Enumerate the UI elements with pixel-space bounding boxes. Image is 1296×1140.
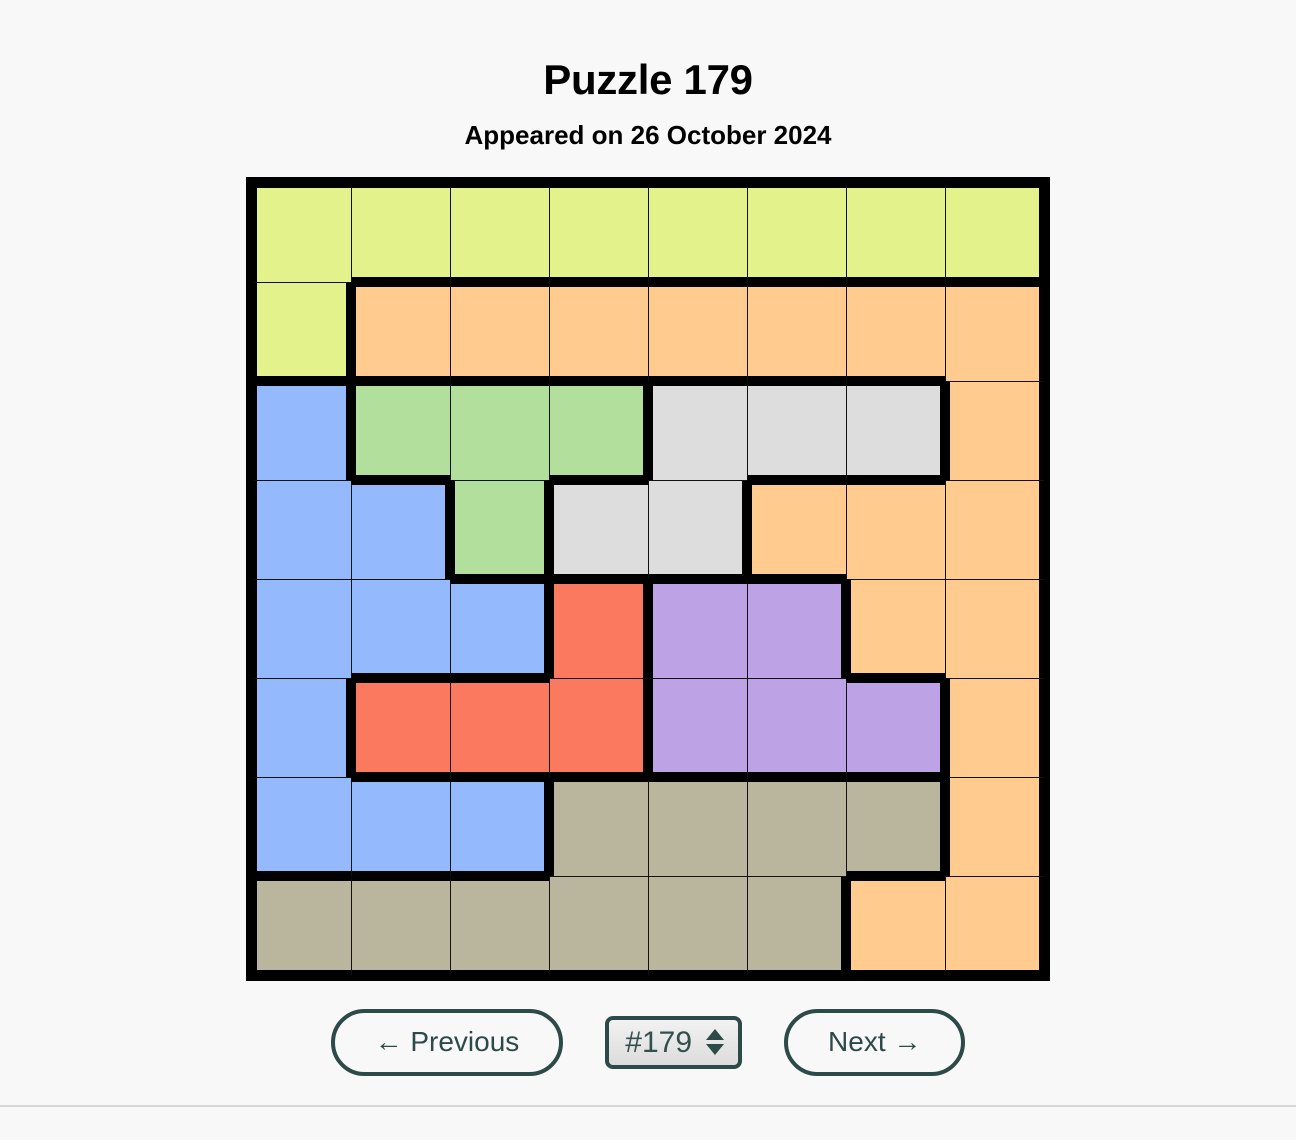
grid-cell[interactable] [351,381,450,480]
page-title: Puzzle 179 [543,56,753,103]
grid-cell[interactable] [648,480,747,579]
grid-cell[interactable] [252,282,351,381]
grid-cell[interactable] [648,282,747,381]
grid-cell[interactable] [945,282,1044,381]
grid-cell[interactable] [945,381,1044,480]
grid-cell[interactable] [450,480,549,579]
grid-cell[interactable] [945,480,1044,579]
grid-cell[interactable] [549,777,648,876]
grid-cell[interactable] [549,678,648,777]
grid-cell[interactable] [549,282,648,381]
grid-cell[interactable] [846,777,945,876]
grid-cell[interactable] [648,777,747,876]
grid-cell[interactable] [747,876,846,975]
grid-cell[interactable] [648,579,747,678]
grid-cell[interactable] [846,183,945,282]
grid-cell[interactable] [252,777,351,876]
grid-cell[interactable] [351,183,450,282]
page-subtitle: Appeared on 26 October 2024 [464,120,832,150]
grid-cell[interactable] [945,579,1044,678]
grid-cell[interactable] [846,876,945,975]
grid-cell[interactable] [549,579,648,678]
grid-cell[interactable] [252,579,351,678]
grid-cell[interactable] [846,678,945,777]
grid-cell[interactable] [747,282,846,381]
grid-cell[interactable] [252,480,351,579]
grid-cell[interactable] [450,579,549,678]
grid-cell[interactable] [747,381,846,480]
previous-button[interactable]: ← Previous [330,1009,564,1076]
grid-cell[interactable] [252,381,351,480]
next-button[interactable]: Next → [784,1009,966,1076]
grid-cell[interactable] [450,678,549,777]
grid-cell[interactable] [747,579,846,678]
triangle-up-icon[interactable] [706,1029,725,1041]
grid-cell[interactable] [351,678,450,777]
grid-cell[interactable] [450,876,549,975]
puzzle-navigation: ← Previous #179 Next → [0,1009,1296,1076]
grid-cell[interactable] [648,183,747,282]
grid-cell[interactable] [549,183,648,282]
grid-cell[interactable] [351,777,450,876]
grid-cell[interactable] [648,876,747,975]
grid-cell[interactable] [450,777,549,876]
grid-cell[interactable] [747,480,846,579]
puzzle-number-spinner[interactable]: #179 [605,1015,743,1069]
grid-cell[interactable] [846,579,945,678]
triangle-down-icon[interactable] [706,1044,725,1056]
grid-cell[interactable] [846,282,945,381]
grid-cell[interactable] [450,282,549,381]
puzzle-page: Puzzle 179 Appeared on 26 October 2024 ←… [0,0,1296,1140]
grid-cell[interactable] [945,678,1044,777]
grid-cell[interactable] [846,480,945,579]
grid-cell[interactable] [648,381,747,480]
grid-cell[interactable] [549,480,648,579]
grid-cell[interactable] [252,876,351,975]
grid-cell[interactable] [945,183,1044,282]
grid-cell[interactable] [945,876,1044,975]
grid-cell[interactable] [450,381,549,480]
grid-cell[interactable] [747,678,846,777]
puzzle-grid[interactable] [246,177,1050,981]
grid-cell[interactable] [648,678,747,777]
grid-cell[interactable] [351,282,450,381]
grid-cell[interactable] [945,777,1044,876]
spinner-arrows[interactable] [706,1029,728,1056]
puzzle-number-value: #179 [625,1025,693,1059]
grid-cell[interactable] [549,876,648,975]
grid-cell[interactable] [450,183,549,282]
grid-cell[interactable] [747,183,846,282]
grid-cell[interactable] [252,678,351,777]
bottom-divider [0,1105,1296,1107]
grid-container [0,177,1296,981]
grid-cell[interactable] [351,579,450,678]
grid-cell[interactable] [549,381,648,480]
grid-cell[interactable] [846,381,945,480]
grid-cell[interactable] [351,480,450,579]
grid-cell[interactable] [747,777,846,876]
grid-cell[interactable] [252,183,351,282]
grid-cell[interactable] [351,876,450,975]
